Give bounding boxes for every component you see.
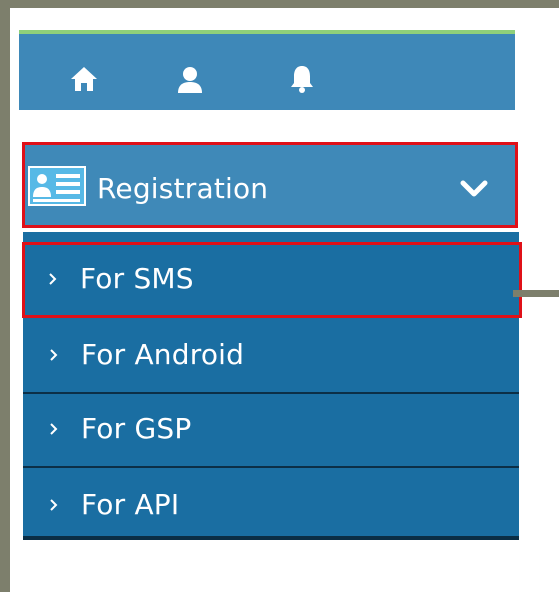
- submenu-item-label: For Android: [81, 338, 245, 371]
- submenu-item-for-android[interactable]: For Android: [23, 318, 519, 394]
- top-toolbar: [19, 30, 515, 110]
- chevron-right-icon: [46, 268, 60, 290]
- annotation-connector: [513, 290, 559, 297]
- submenu-bottom-border: [23, 536, 519, 540]
- submenu-item-label: For SMS: [80, 262, 194, 295]
- submenu-item-for-gsp[interactable]: For GSP: [23, 392, 519, 468]
- submenu-item-for-sms[interactable]: For SMS: [22, 242, 522, 318]
- home-icon[interactable]: [67, 62, 101, 96]
- registration-label: Registration: [97, 172, 269, 205]
- submenu-item-label: For API: [81, 488, 180, 521]
- chevron-right-icon: [47, 418, 61, 440]
- submenu-item-for-api[interactable]: For API: [23, 468, 519, 544]
- bell-icon[interactable]: [285, 62, 319, 96]
- chevron-down-icon[interactable]: [459, 179, 489, 199]
- user-icon[interactable]: [173, 62, 207, 96]
- chevron-right-icon: [47, 344, 61, 366]
- submenu-item-label: For GSP: [81, 412, 192, 445]
- registration-submenu: For SMS For Android For GSP For API: [22, 232, 522, 536]
- registration-menu-header[interactable]: Registration: [22, 142, 518, 228]
- registration-card-icon: [28, 166, 86, 206]
- chevron-right-icon: [47, 494, 61, 516]
